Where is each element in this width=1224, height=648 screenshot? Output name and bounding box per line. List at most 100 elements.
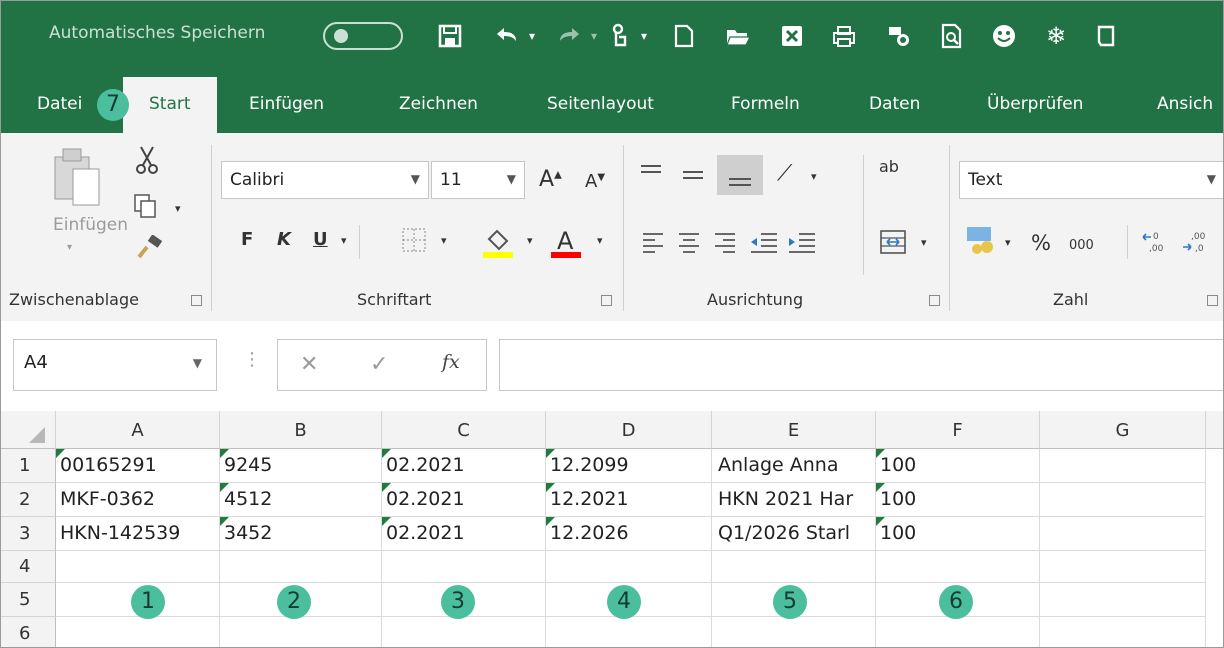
- format-painter-icon[interactable]: [135, 234, 163, 263]
- cell-a3[interactable]: HKN-142539: [56, 517, 220, 551]
- number-format-select[interactable]: Text ▼: [959, 161, 1223, 199]
- cell-f3[interactable]: 100: [876, 517, 1040, 551]
- column-header-b[interactable]: B: [220, 411, 382, 449]
- cell-d2[interactable]: 12.2021: [546, 483, 712, 517]
- cell-c3[interactable]: 02.2021: [382, 517, 546, 551]
- cell-b1[interactable]: 9245: [220, 449, 382, 483]
- cell-g6[interactable]: [1040, 617, 1206, 647]
- cell-e6[interactable]: [712, 617, 876, 647]
- font-color-dropdown-icon[interactable]: ▾: [597, 235, 603, 246]
- accounting-format-icon[interactable]: [965, 225, 999, 259]
- share-icon[interactable]: [881, 19, 915, 53]
- align-right-icon[interactable]: [713, 231, 737, 257]
- open-folder-icon[interactable]: [721, 19, 755, 53]
- bold-button[interactable]: F: [241, 231, 253, 249]
- chevron-down-icon[interactable]: ▼: [193, 356, 202, 370]
- cell-a2[interactable]: MKF-0362: [56, 483, 220, 517]
- align-middle-icon[interactable]: [681, 163, 705, 191]
- copy-dropdown-icon[interactable]: ▾: [175, 203, 181, 214]
- autosave-toggle[interactable]: [323, 22, 403, 50]
- column-header-e[interactable]: E: [712, 411, 876, 449]
- name-box[interactable]: A4 ▼: [13, 339, 217, 391]
- font-launcher-icon[interactable]: [601, 295, 612, 306]
- cell-f1[interactable]: 100: [876, 449, 1040, 483]
- italic-button[interactable]: K: [277, 231, 291, 249]
- customize-icon[interactable]: [1089, 19, 1123, 53]
- cell-g4[interactable]: [1040, 551, 1206, 583]
- font-size-select[interactable]: 11 ▼: [431, 161, 525, 199]
- cell-b2[interactable]: 4512: [220, 483, 382, 517]
- select-all-corner[interactable]: [1, 411, 56, 449]
- cell-b4[interactable]: [220, 551, 382, 583]
- shrink-font-icon[interactable]: A▼: [585, 173, 605, 191]
- paste-icon[interactable]: [49, 145, 109, 213]
- tab-ansicht[interactable]: Ansich: [1157, 94, 1213, 114]
- tab-ueberpruefen[interactable]: Überprüfen: [987, 94, 1083, 114]
- alignment-launcher-icon[interactable]: [929, 295, 940, 306]
- align-top-icon[interactable]: [639, 163, 663, 187]
- column-header-a[interactable]: A: [56, 411, 220, 449]
- decrease-decimal-icon[interactable]: ,00,0: [1181, 229, 1211, 259]
- borders-icon[interactable]: [401, 227, 427, 257]
- snowflake-icon[interactable]: ❄: [1039, 19, 1073, 53]
- orientation-icon[interactable]: ⟋: [777, 163, 792, 185]
- merge-dropdown-icon[interactable]: ▾: [921, 237, 927, 248]
- column-header-g[interactable]: G: [1040, 411, 1206, 449]
- fill-color-icon[interactable]: [481, 225, 515, 263]
- underline-button[interactable]: U: [313, 231, 328, 249]
- cell-a1[interactable]: 00165291: [56, 449, 220, 483]
- cut-icon[interactable]: [133, 145, 161, 179]
- cell-c6[interactable]: [382, 617, 546, 647]
- cell-b6[interactable]: [220, 617, 382, 647]
- fill-color-dropdown-icon[interactable]: ▾: [527, 235, 533, 246]
- wrap-text-button[interactable]: ab: [879, 159, 899, 175]
- cell-f4[interactable]: [876, 551, 1040, 583]
- cell-g5[interactable]: [1040, 583, 1206, 617]
- cell-e1[interactable]: Anlage Anna: [712, 449, 876, 483]
- cell-e2[interactable]: HKN 2021 Har: [712, 483, 876, 517]
- drag-handle-icon[interactable]: ⋮: [243, 349, 261, 370]
- undo-icon[interactable]: [489, 19, 523, 53]
- excel-icon[interactable]: [775, 19, 809, 53]
- percent-button[interactable]: %: [1031, 233, 1051, 254]
- touch-dropdown-icon[interactable]: ▾: [637, 19, 651, 53]
- paste-label[interactable]: Einfügen: [53, 217, 128, 234]
- cell-d3[interactable]: 12.2026: [546, 517, 712, 551]
- tab-formeln[interactable]: Formeln: [731, 94, 800, 114]
- align-center-icon[interactable]: [677, 231, 701, 257]
- cell-d4[interactable]: [546, 551, 712, 583]
- cell-d6[interactable]: [546, 617, 712, 647]
- cell-g2[interactable]: [1040, 483, 1206, 517]
- tab-zeichnen[interactable]: Zeichnen: [399, 94, 478, 114]
- tab-datei[interactable]: Datei: [37, 94, 82, 114]
- new-file-icon[interactable]: [667, 19, 701, 53]
- cell-c4[interactable]: [382, 551, 546, 583]
- underline-dropdown-icon[interactable]: ▾: [341, 235, 347, 246]
- column-header-f[interactable]: F: [876, 411, 1040, 449]
- merge-center-icon[interactable]: [879, 229, 907, 259]
- cell-c2[interactable]: 02.2021: [382, 483, 546, 517]
- smiley-icon[interactable]: [987, 19, 1021, 53]
- cell-f2[interactable]: 100: [876, 483, 1040, 517]
- cell-d1[interactable]: 12.2099: [546, 449, 712, 483]
- tab-daten[interactable]: Daten: [869, 94, 920, 114]
- align-left-icon[interactable]: [641, 231, 665, 257]
- tab-start[interactable]: Start: [123, 77, 217, 133]
- thousands-button[interactable]: 000: [1069, 239, 1094, 252]
- paste-dropdown-icon[interactable]: ▾: [67, 243, 72, 253]
- accounting-dropdown-icon[interactable]: ▾: [1005, 237, 1011, 248]
- row-header-1[interactable]: 1: [1, 449, 56, 483]
- cell-e4[interactable]: [712, 551, 876, 583]
- copy-icon[interactable]: [133, 193, 159, 223]
- font-color-icon[interactable]: A: [549, 225, 583, 263]
- increase-indent-icon[interactable]: [787, 231, 817, 257]
- decrease-indent-icon[interactable]: [749, 231, 779, 257]
- row-header-4[interactable]: 4: [1, 551, 56, 583]
- formula-input[interactable]: [499, 339, 1223, 391]
- undo-dropdown-icon[interactable]: ▾: [525, 19, 539, 53]
- tab-einfuegen[interactable]: Einfügen: [249, 94, 324, 114]
- orientation-dropdown-icon[interactable]: ▾: [811, 171, 817, 182]
- cell-g3[interactable]: [1040, 517, 1206, 551]
- align-bottom-icon[interactable]: [717, 155, 763, 195]
- print-preview-icon[interactable]: [935, 19, 969, 53]
